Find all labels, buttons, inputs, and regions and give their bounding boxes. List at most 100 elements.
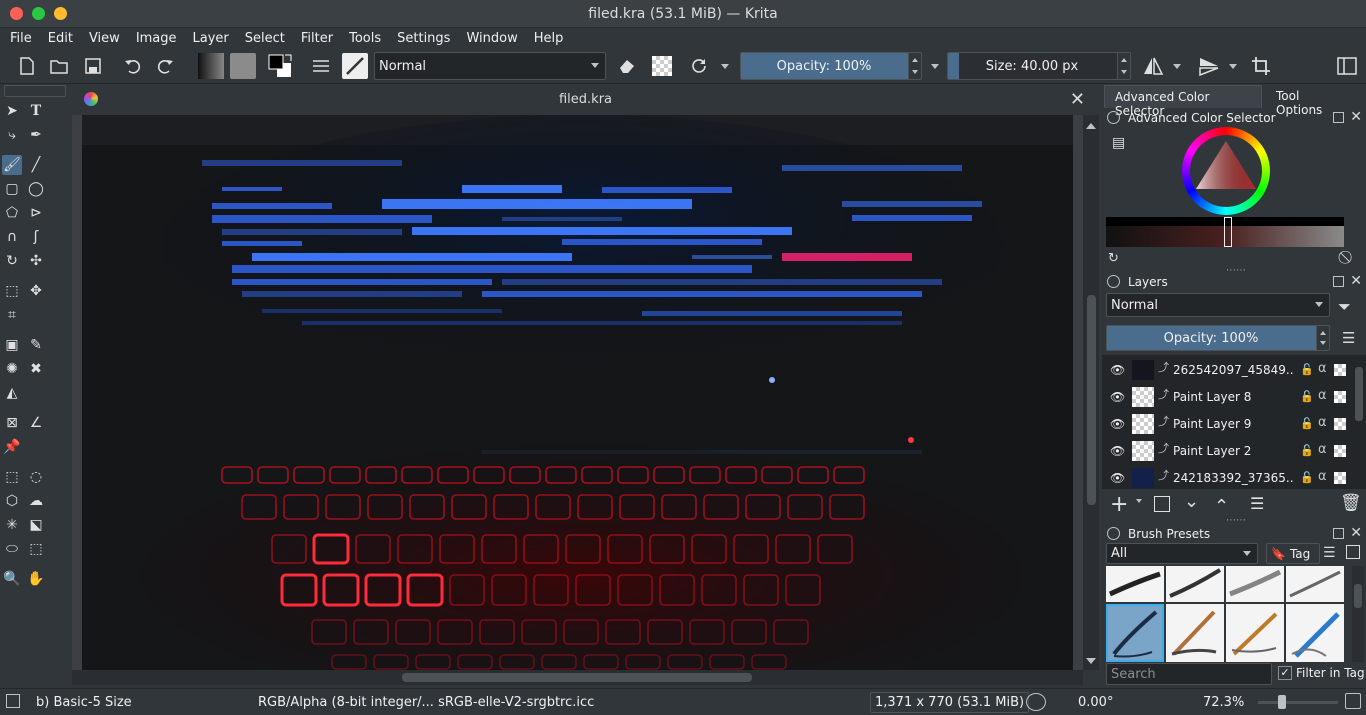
polyline-tool-icon[interactable]: ⊳: [26, 203, 46, 223]
redo-icon[interactable]: [152, 53, 178, 79]
layer-blend-mode-select[interactable]: Normal: [1106, 293, 1330, 317]
alpha-lock-icon[interactable]: α: [1318, 469, 1327, 484]
magnetic-select-icon[interactable]: ⬚: [26, 539, 46, 559]
new-document-icon[interactable]: [14, 53, 40, 79]
close-icon[interactable]: ✕: [1350, 525, 1362, 541]
lock-icon[interactable]: [1107, 111, 1120, 124]
colorize-mask-icon[interactable]: ✺: [2, 359, 22, 379]
brush-preset-tile[interactable]: [1166, 604, 1224, 662]
layers-menu-icon[interactable]: ☰: [1342, 329, 1355, 347]
lock-layer-icon[interactable]: 🔓: [1300, 444, 1314, 457]
mirror-horizontal-icon[interactable]: [1140, 53, 1166, 79]
menu-file[interactable]: File: [2, 31, 40, 46]
menu-tools[interactable]: Tools: [341, 31, 389, 46]
color-settings-icon[interactable]: ▤: [1112, 135, 1125, 151]
text-tool-icon[interactable]: T: [26, 101, 46, 121]
chevron-down-icon[interactable]: [1170, 53, 1184, 79]
image-dimensions-label[interactable]: 1,371 x 770 (53.1 MiB): [870, 692, 1030, 713]
horizontal-scrollbar[interactable]: [72, 670, 1083, 685]
polygon-select-icon[interactable]: ⬡: [2, 491, 22, 511]
alpha-lock-icon[interactable]: α: [1318, 361, 1327, 376]
multibrush-icon[interactable]: ✣: [26, 251, 46, 271]
close-icon[interactable]: ✕: [1350, 273, 1362, 289]
pan-tool-icon[interactable]: ✋: [26, 569, 46, 589]
menu-settings[interactable]: Settings: [389, 31, 458, 46]
freehand-brush-icon[interactable]: 🖌: [2, 155, 22, 175]
bezier-select-icon[interactable]: ⬭: [2, 539, 22, 559]
opacity-slider[interactable]: Opacity: 100%: [740, 52, 922, 80]
menu-help[interactable]: Help: [526, 31, 572, 46]
alpha-lock-icon[interactable]: α: [1318, 388, 1327, 403]
chevron-down-icon[interactable]: [928, 53, 942, 79]
bezier-tool-icon[interactable]: ∩: [2, 227, 22, 247]
inherit-alpha-icon[interactable]: [1334, 391, 1346, 403]
rect-select-icon[interactable]: ⬚: [2, 467, 22, 487]
transform-tool-icon[interactable]: ⬚: [2, 281, 22, 301]
menu-edit[interactable]: Edit: [40, 31, 81, 46]
inherit-alpha-icon[interactable]: [1334, 364, 1346, 376]
layer-row[interactable]: 👁 ⤴ Paint Layer 2 🔓 α: [1106, 438, 1352, 465]
chevron-down-icon[interactable]: [1226, 53, 1240, 79]
delete-layer-icon[interactable]: 🗑: [1340, 493, 1362, 513]
inherit-alpha-icon[interactable]: [1334, 472, 1346, 484]
polygon-tool-icon[interactable]: ⬠: [2, 203, 22, 223]
contiguous-select-icon[interactable]: ✳: [2, 515, 22, 535]
fill-tool-icon[interactable]: ◭: [2, 383, 22, 403]
save-icon[interactable]: [80, 53, 106, 79]
brush-preset-tile[interactable]: [1226, 604, 1284, 662]
foreground-background-color-icon[interactable]: [266, 53, 292, 79]
gradient-preset-icon[interactable]: [198, 53, 224, 79]
brush-settings-icon[interactable]: [308, 53, 334, 79]
calligraphy-icon[interactable]: ✒: [26, 125, 46, 145]
tab-tool-options[interactable]: Tool Options: [1266, 85, 1356, 117]
mirror-vertical-icon[interactable]: [1196, 53, 1222, 79]
blend-mode-select[interactable]: Normal: [374, 52, 606, 80]
rotation-icon[interactable]: [1026, 693, 1046, 711]
ellipse-tool-icon[interactable]: ◯: [26, 179, 46, 199]
similar-select-icon[interactable]: ⬕: [26, 515, 46, 535]
visibility-eye-icon[interactable]: 👁: [1110, 444, 1125, 458]
reload-preset-icon[interactable]: [686, 53, 712, 79]
menu-window[interactable]: Window: [458, 31, 525, 46]
brush-preset-tile[interactable]: [1286, 604, 1344, 662]
move-layer-down-icon[interactable]: ⌄: [1184, 491, 1199, 512]
lock-icon[interactable]: [1107, 275, 1120, 288]
lock-layer-icon[interactable]: 🔓: [1300, 363, 1314, 376]
dock-panel-icon[interactable]: [1334, 53, 1360, 79]
ellipse-select-icon[interactable]: ◌: [26, 467, 46, 487]
presets-settings-icon[interactable]: [1346, 545, 1360, 559]
float-icon[interactable]: [1333, 528, 1344, 539]
brush-preset-icon[interactable]: [342, 53, 368, 79]
menu-view[interactable]: View: [81, 31, 128, 46]
dynamic-brush-icon[interactable]: ↻: [2, 251, 22, 271]
color-picker-icon[interactable]: ✎: [26, 335, 46, 355]
size-spinner[interactable]: [1117, 53, 1130, 79]
eraser-icon[interactable]: [614, 53, 640, 79]
zoom-slider-handle[interactable]: [1278, 695, 1286, 709]
brush-preset-tile-selected[interactable]: [1106, 604, 1164, 662]
lock-icon[interactable]: [1107, 527, 1120, 540]
line-tool-icon[interactable]: ╱: [26, 155, 46, 175]
freehand-select-icon[interactable]: ☁: [26, 491, 46, 511]
open-document-icon[interactable]: [46, 53, 72, 79]
brush-filter-select[interactable]: All: [1106, 543, 1258, 564]
alpha-lock-icon[interactable]: α: [1318, 442, 1327, 457]
inherit-alpha-icon[interactable]: [1334, 418, 1346, 430]
layer-row[interactable]: 👁 ⤴ Paint Layer 8 🔓 α: [1106, 384, 1352, 411]
refresh-icon[interactable]: ↻: [1108, 251, 1119, 266]
visibility-eye-icon[interactable]: 👁: [1110, 417, 1125, 431]
tab-advanced-color-selector[interactable]: Advanced Color Selector: [1104, 85, 1262, 118]
visibility-eye-icon[interactable]: 👁: [1110, 363, 1125, 377]
brush-search-input[interactable]: Search: [1106, 663, 1272, 685]
lock-layer-icon[interactable]: 🔓: [1300, 390, 1314, 403]
menu-filter[interactable]: Filter: [293, 31, 341, 46]
layer-properties-icon[interactable]: ☰: [1250, 494, 1264, 513]
visibility-eye-icon[interactable]: 👁: [1110, 390, 1125, 404]
canvas-image[interactable]: [82, 115, 1073, 670]
vertical-scrollbar[interactable]: [1083, 115, 1099, 670]
measure-tool-icon[interactable]: ∠: [26, 413, 46, 433]
undo-icon[interactable]: [120, 53, 146, 79]
move-tool-icon[interactable]: ✥: [26, 281, 46, 301]
size-slider[interactable]: Size: 40.00 px: [947, 52, 1131, 80]
preserve-alpha-icon[interactable]: [652, 56, 672, 76]
